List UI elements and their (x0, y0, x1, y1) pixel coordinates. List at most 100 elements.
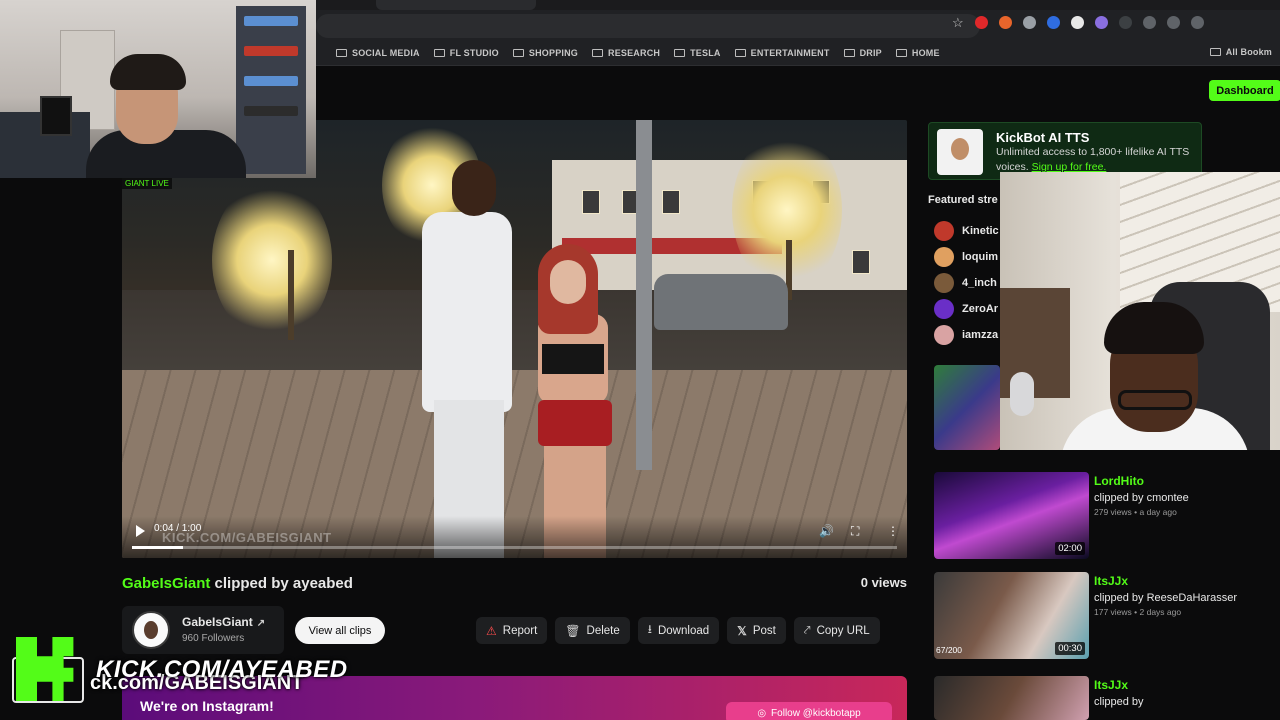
folder-icon (1209, 48, 1221, 56)
folder-icon (512, 48, 524, 57)
streamer-item[interactable]: 4_inch (934, 270, 999, 296)
report-button[interactable]: ⚠ Report (476, 617, 548, 644)
featured-streamers-heading: Featured stre (928, 194, 998, 206)
extension-icon-orange[interactable] (998, 16, 1012, 29)
address-bar[interactable] (316, 14, 980, 38)
streamer-avatar (934, 325, 954, 345)
menu-icon[interactable] (1190, 16, 1204, 29)
post-button[interactable]: 𝕏 Post (727, 617, 786, 644)
clip-title: GabeIsGiant clipped by ayeabed (122, 575, 353, 592)
person-hair (110, 54, 186, 90)
related-clip[interactable]: 02:00 LordHito clipped by cmontee 279 vie… (934, 472, 1280, 562)
parked-suv (654, 274, 788, 330)
fullscreen-icon[interactable]: ⛶ (851, 524, 859, 539)
clip-channel[interactable]: ItsJJx (1094, 574, 1128, 588)
clip-thumbnail[interactable] (934, 365, 1000, 450)
bookmark-folder[interactable]: HOME (895, 47, 940, 58)
extension-icon-dark[interactable] (1118, 16, 1132, 29)
bookmark-label: RESEARCH (608, 47, 661, 58)
clip-views-overlay: 67/200 (936, 645, 962, 655)
sidepanel-icon[interactable] (1166, 16, 1180, 29)
man-head (452, 160, 496, 216)
copy-url-button[interactable]: ⤤ Copy URL (793, 617, 880, 644)
streamer-item[interactable]: iamzza (934, 322, 999, 348)
folder-icon (674, 48, 686, 57)
all-bookmarks[interactable]: All Bookm (1209, 47, 1272, 57)
dashboard-button[interactable]: Dashboard (1209, 80, 1280, 101)
active-tab[interactable] (376, 0, 536, 10)
view-all-clips-button[interactable]: View all clips (295, 617, 385, 644)
clip-channel-link[interactable]: GabeIsGiant (122, 575, 210, 592)
share-icon: ⤤ (803, 623, 811, 637)
building-window (662, 190, 680, 214)
bookmark-label: HOME (911, 47, 940, 58)
extension-icon-white[interactable] (1070, 16, 1084, 29)
streamer-name: loquim (962, 251, 999, 263)
avatar[interactable] (132, 611, 170, 649)
bookmark-label: ENTERTAINMENT (750, 47, 830, 58)
folder-icon (734, 48, 746, 57)
volume-icon[interactable]: 🔊 (819, 524, 834, 538)
cam-shelf (236, 6, 306, 174)
cam-monitor (40, 96, 72, 136)
tree-trunk (288, 250, 294, 340)
channel-name[interactable]: GabeIsGiant ↗ (182, 615, 265, 629)
related-clip[interactable]: ItsJJx clipped by (934, 676, 1280, 720)
star-icon[interactable]: ☆ (952, 16, 964, 29)
extension-icon-red[interactable] (974, 16, 988, 29)
streamer-avatar (934, 247, 954, 267)
puzzle-icon[interactable] (1142, 16, 1156, 29)
clip-duration: 02:00 (1055, 542, 1085, 555)
clipped-by: clipped by ReeseDaHarasser (1094, 592, 1238, 604)
extension-icon-purple[interactable] (1094, 16, 1108, 29)
clip-channel[interactable]: ItsJJx (1094, 678, 1128, 692)
clip-channel[interactable]: LordHito (1094, 474, 1144, 488)
bookmark-label: DRIP (859, 47, 882, 58)
delete-label: Delete (586, 624, 620, 637)
woman-face (550, 260, 586, 304)
kickbot-avatar (937, 129, 983, 175)
related-clip[interactable]: 67/200 00:30 ItsJJx clipped by ReeseDaHa… (934, 572, 1280, 662)
clip-byline: clipped by (1094, 695, 1274, 709)
progress-bar[interactable] (132, 546, 897, 549)
more-options-icon[interactable]: ⋮ (887, 524, 899, 538)
extension-icon-grey[interactable] (1022, 16, 1036, 29)
clipped-by: clipped by cmontee (1094, 492, 1189, 504)
play-icon[interactable] (136, 525, 145, 537)
streamer-name: Kinetic (962, 225, 999, 237)
banner-text: We're on Instagram! (140, 698, 274, 714)
clip-thumbnail[interactable]: 02:00 (934, 472, 1089, 559)
channel-name-text: GabeIsGiant (182, 615, 253, 629)
bookmark-label: SOCIAL MEDIA (352, 47, 420, 58)
clip-byline: clipped by cmontee 279 views • a day ago (1094, 491, 1274, 519)
clip-thumbnail[interactable] (934, 676, 1089, 720)
streamer-item[interactable]: ZeroAr (934, 296, 999, 322)
microphone (1010, 372, 1034, 416)
bookmark-folder[interactable]: DRIP (843, 47, 882, 58)
delete-button[interactable]: 🗑 Delete (555, 617, 630, 644)
streamer-avatar (934, 221, 954, 241)
follow-instagram-button[interactable]: ◎ Follow @kickbotapp (726, 702, 892, 720)
clip-thumbnail[interactable]: 67/200 00:30 (934, 572, 1089, 659)
shelf-item (244, 106, 298, 116)
channel-card[interactable]: GabeIsGiant ↗ 960 Followers (122, 606, 284, 654)
streamer-item[interactable]: Kinetic (934, 218, 999, 244)
kickbot-description: Unlimited access to 1,800+ lifelike AI T… (996, 145, 1206, 175)
screen: ☆ SOCIAL MEDIA FL STUDIO SHOPPING RESEAR… (0, 0, 1280, 720)
clipped-by: clipped by (1094, 696, 1144, 708)
clip-actions: ⚠ Report 🗑 Delete ⭳ Download 𝕏 Post ⤤ Copy UR… (476, 617, 880, 644)
bookmark-folder[interactable]: FL STUDIO (433, 48, 499, 58)
clip-video-player[interactable]: GIANT LIVE 0:04 / 1:00 KICK.COM/GABEISGI… (122, 120, 907, 558)
folder-icon (336, 48, 347, 57)
bookmark-label: All Bookm (1225, 47, 1272, 57)
bookmark-folder[interactable]: RESEARCH (592, 48, 660, 58)
download-button[interactable]: ⭳ Download (637, 617, 720, 644)
instagram-icon: ◎ (757, 707, 767, 719)
bookmark-folder[interactable]: SHOPPING (512, 48, 578, 58)
bookmark-folder[interactable]: TESLA (674, 48, 721, 58)
extension-icon-blue[interactable] (1046, 16, 1060, 29)
bookmark-folder[interactable]: ENTERTAINMENT (734, 47, 830, 58)
streamer-item[interactable]: loquim (934, 244, 999, 270)
streamer-person (86, 54, 246, 178)
bookmark-folder[interactable]: SOCIAL MEDIA (336, 48, 420, 58)
